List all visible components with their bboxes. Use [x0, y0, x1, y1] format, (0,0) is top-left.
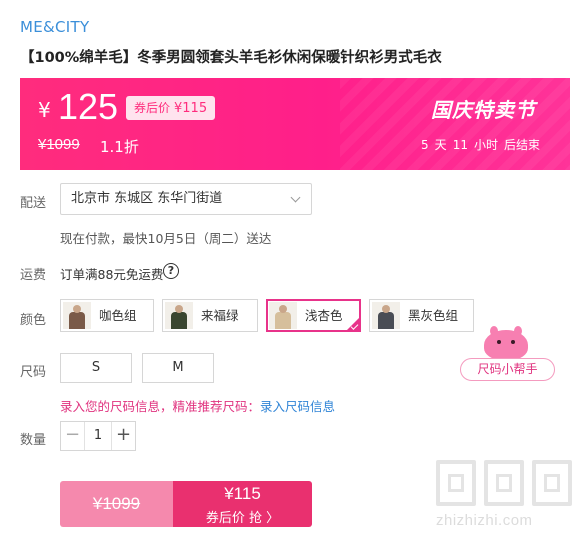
coupon-buy-button[interactable]: ¥115 券后价 抢 〉: [173, 481, 312, 527]
size-info-link[interactable]: 录入尺码信息: [260, 399, 335, 414]
color-thumbnail: [372, 302, 400, 329]
color-option-dark-gray[interactable]: 黑灰色组: [369, 299, 474, 332]
shipping-estimate: 现在付款，最快10月5日（周二）送达: [60, 231, 272, 246]
color-option-apricot[interactable]: 浅杏色: [266, 299, 361, 332]
original-price: ¥1099: [38, 136, 80, 153]
coupon-label: 券后价: [134, 101, 171, 115]
discount-rate: 1.1折: [100, 138, 139, 156]
size-option-s[interactable]: S: [60, 353, 132, 383]
quantity-label: 数量: [20, 433, 47, 448]
quantity-stepper: − 1 +: [60, 421, 136, 451]
color-option-coffee[interactable]: 咖色组: [60, 299, 154, 332]
buy-action-label: 券后价 抢 〉: [205, 511, 280, 526]
size-helper-label: 尺码小帮手: [460, 358, 555, 381]
current-price: 125: [58, 86, 119, 127]
coupon-price: ¥115: [174, 101, 208, 116]
size-note-text: 录入您的尺码信息，精准推荐尺码：: [60, 399, 261, 414]
price-currency: ¥: [38, 98, 51, 122]
countdown-hours: 11: [452, 138, 468, 152]
quantity-minus-button[interactable]: −: [61, 422, 85, 450]
color-thumbnail: [269, 302, 297, 329]
coupon-price-tag: 券后价 ¥115: [126, 96, 216, 120]
mascot-eye: [497, 340, 501, 344]
buy-price: ¥115: [224, 484, 261, 503]
watermark-text: zhizhizhi.com: [436, 512, 533, 529]
address-value: 北京市 东城区 东华门街道: [71, 191, 223, 206]
watermark-logo: [532, 460, 572, 506]
banner-pattern: [340, 78, 570, 170]
color-option-label: 黑灰色组: [408, 308, 459, 323]
size-label: 尺码: [20, 365, 47, 380]
quantity-input[interactable]: 1: [85, 422, 111, 450]
watermark: zhizhizhi.com: [436, 460, 576, 536]
size-option-m[interactable]: M: [142, 353, 214, 383]
event-name: 国庆特卖节: [431, 98, 536, 122]
color-label: 颜色: [20, 313, 47, 328]
color-option-label: 来福绿: [201, 308, 239, 323]
countdown-days: 5: [421, 138, 429, 152]
mascot-eye: [511, 340, 515, 344]
product-title: 【100%绵羊毛】冬季男圆领套头羊毛衫休闲保暖针织衫男式毛衣: [20, 50, 442, 66]
mascot-icon: [484, 330, 528, 360]
color-option-green[interactable]: 来福绿: [162, 299, 258, 332]
size-note: 录入您的尺码信息，精准推荐尺码：录入尺码信息: [60, 396, 335, 415]
quantity-plus-button[interactable]: +: [111, 422, 135, 450]
ends-text: 后结束: [503, 138, 540, 152]
color-thumbnail: [165, 302, 193, 329]
watermark-logo: [484, 460, 524, 506]
countdown: 5 天 11 小时 后结束: [415, 136, 540, 153]
original-price-button[interactable]: ¥1099: [60, 481, 173, 527]
help-icon[interactable]: ?: [163, 263, 179, 279]
watermark-logo: [436, 460, 476, 506]
days-unit: 天: [434, 138, 447, 152]
delivery-label: 配送: [20, 196, 47, 211]
chevron-down-icon: [290, 192, 301, 203]
freight-label: 运费: [20, 268, 47, 283]
promo-banner: ¥ 125 券后价 ¥115 ¥1099 1.1折 国庆特卖节 5 天 11 小时 后结束: [20, 78, 570, 170]
color-option-label: 咖色组: [99, 308, 137, 323]
color-thumbnail: [63, 302, 91, 329]
freight-text: 订单满88元免运费: [60, 267, 164, 282]
size-helper[interactable]: 尺码小帮手: [460, 326, 555, 383]
color-option-label: 浅杏色: [305, 308, 343, 323]
hours-unit: 小时: [473, 138, 498, 152]
brand-name[interactable]: ME&CITY: [20, 18, 89, 36]
address-select[interactable]: 北京市 东城区 东华门街道: [60, 183, 312, 215]
